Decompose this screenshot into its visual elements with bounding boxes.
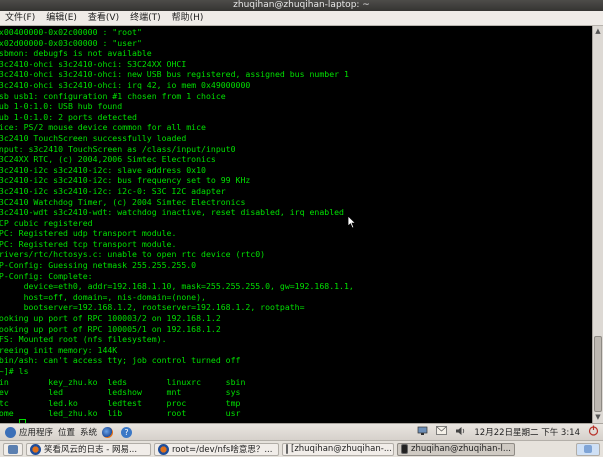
terminal-line: device=eth0, addr=192.168.1.10, mask=255… (0, 281, 354, 292)
top-panel: 应用程序 位置 系统 ? 12月22日星期二 下午 3:14 (0, 423, 603, 440)
terminal-line: input: s3c2410 TouchScreen as /class/inp… (0, 143, 236, 154)
scroll-down-arrow-icon[interactable]: ▼ (594, 413, 602, 422)
terminal-scrollbar[interactable]: ▲ ▼ (592, 26, 603, 423)
volume-icon[interactable] (455, 426, 466, 439)
system-menu[interactable]: 系统 (80, 426, 97, 438)
window-title: zhuqihan@zhuqihan-laptop: ~ (233, 0, 370, 10)
clock[interactable]: 12月22日星期二 下午 3:14 (474, 426, 580, 438)
terminal-line: hub 1-0:1.0: USB hub found (0, 101, 123, 112)
show-desktop-icon (8, 444, 18, 454)
terminal-line: Looking up port of RPC 100003/2 on 192.1… (0, 313, 221, 324)
menu-bar: 文件(F) 编辑(E) 查看(V) 终端(T) 帮助(H) (0, 11, 603, 26)
terminal-line: bootserver=192.168.1.2, rootserver=192.1… (0, 302, 305, 313)
terminal-line: s3c2410-wdt s3c2410-wdt: watchdog inacti… (0, 207, 344, 218)
help-launcher[interactable]: ? (121, 426, 135, 438)
terminal-icon (401, 444, 408, 454)
menu-view[interactable]: 查看(V) (83, 11, 125, 25)
terminal-line: TCP cubic registered (0, 217, 93, 228)
terminal-line: etc led.ko ledtest proc tmp (0, 397, 241, 408)
terminal-line: 0x02d00000-0x03c00000 : "user" (0, 37, 142, 48)
taskbar-item-label: zhuqihan@zhuqihan-l... (411, 444, 511, 454)
terminal-line: hub 1-0:1.0: 2 ports detected (0, 111, 137, 122)
terminal-line: s3c2410-ohci s3c2410-ohci: new USB bus r… (0, 69, 349, 80)
workspace-icon (584, 445, 592, 453)
terminal-line: RPC: Registered udp transport module. (0, 228, 177, 239)
show-desktop-button[interactable] (3, 442, 23, 456)
terminal-line: usb usb1: configuration #1 chosen from 1… (0, 90, 226, 101)
terminal-line: s3c2410-i2c s3c2410-i2c: i2c-0: S3C I2C … (0, 185, 226, 196)
menu-help[interactable]: 帮助(H) (167, 11, 210, 25)
terminal-line: s3c2410 TouchScreen successfully loaded (0, 132, 187, 143)
taskbar-item-label: root=/dev/nfs啥意思？... (172, 445, 273, 455)
taskbar-item-terminal-2[interactable]: zhuqihan@zhuqihan-l... (397, 442, 515, 456)
ubuntu-logo-icon (5, 426, 16, 438)
window-titlebar[interactable]: zhuqihan@zhuqihan-laptop: ~ (0, 0, 603, 11)
taskbar-item-label: [zhuqihan@zhuqihan-... (291, 444, 392, 454)
workspace-switcher[interactable] (576, 442, 600, 456)
terminal-line: s3c2410-ohci s3c2410-ohci: S3C24XX OHCI (0, 58, 187, 69)
terminal-line: Looking up port of RPC 100005/1 on 192.1… (0, 323, 221, 334)
terminal-line: RPC: Registered tcp transport module. (0, 238, 177, 249)
terminal-line: /bin/ash: can't access tty; job control … (0, 355, 241, 366)
scroll-up-arrow-icon[interactable]: ▲ (594, 27, 602, 36)
taskbar-item-browser-blog[interactable]: 笑看风云的日志 - 网易... (26, 442, 151, 456)
mail-icon[interactable] (436, 426, 448, 438)
terminal-line: S3C24XX RTC, (c) 2004,2006 Simtec Electr… (0, 154, 216, 165)
terminal-line: VFS: Mounted root (nfs filesystem). (0, 334, 167, 345)
firefox-launcher[interactable] (102, 426, 116, 438)
menu-edit[interactable]: 编辑(E) (41, 11, 83, 25)
system-tray: 12月22日星期二 下午 3:14 (413, 425, 603, 439)
terminal-line: [~]# ls (0, 366, 29, 376)
applications-menu[interactable]: 应用程序 (5, 426, 53, 438)
terminal-line: IP-Config: Guessing netmask 255.255.255.… (0, 260, 197, 271)
network-icon[interactable] (417, 426, 428, 439)
shutdown-icon[interactable] (588, 425, 599, 439)
terminal-line: Freeing init memory: 144K (0, 344, 118, 355)
terminal-line: usbmon: debugfs is not available (0, 48, 152, 59)
places-menu[interactable]: 位置 (58, 426, 75, 438)
firefox-icon (30, 443, 41, 455)
terminal-line: IP-Config: Complete: (0, 270, 93, 281)
scrollbar-thumb[interactable] (594, 336, 602, 412)
taskbar-item-browser-nfs[interactable]: root=/dev/nfs啥意思？... (154, 442, 279, 456)
terminal-line: mice: PS/2 mouse device common for all m… (0, 122, 206, 133)
help-icon: ? (121, 426, 133, 438)
terminal-line: s3c2410-ohci s3c2410-ohci: irq 42, io me… (0, 79, 251, 90)
terminal-line: host=off, domain=, nis-domain=(none), (0, 291, 206, 302)
terminal-line: 0x00400000-0x02c00000 : "root" (0, 27, 142, 37)
firefox-icon (102, 426, 114, 438)
bottom-panel-taskbar: 笑看风云的日志 - 网易... root=/dev/nfs啥意思？... [zh… (0, 440, 603, 457)
menu-file[interactable]: 文件(F) (0, 11, 41, 25)
terminal-line: home led_zhu.ko lib root usr (0, 408, 241, 419)
terminal-line: dev led ledshow mnt sys (0, 387, 241, 398)
terminal-output[interactable]: 0x00400000-0x02c00000 : "root" 0x02d0000… (0, 26, 592, 423)
terminal-line: drivers/rtc/hctosys.c: unable to open rt… (0, 249, 266, 260)
taskbar-item-terminal-1[interactable]: [zhuqihan@zhuqihan-... (282, 442, 394, 456)
firefox-icon (158, 443, 169, 455)
terminal-icon (286, 444, 288, 454)
terminal-line: s3c2410-i2c s3c2410-i2c: bus frequency s… (0, 175, 251, 186)
terminal-line: s3c2410-i2c s3c2410-i2c: slave address 0… (0, 164, 206, 175)
taskbar-item-label: 笑看风云的日志 - 网易... (44, 445, 138, 455)
terminal-line: bin key_zhu.ko leds linuxrc sbin (0, 376, 246, 387)
menu-terminal[interactable]: 终端(T) (125, 11, 167, 25)
applications-menu-label: 应用程序 (19, 428, 54, 438)
terminal-line: S3C2410 Watchdog Timer, (c) 2004 Simtec … (0, 196, 246, 207)
